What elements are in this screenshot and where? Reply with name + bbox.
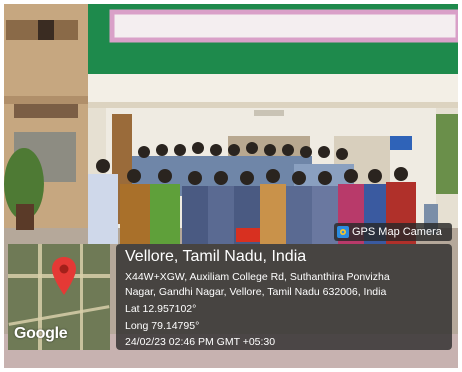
map-pin-icon: [52, 257, 76, 295]
location-info-panel: Vellore, Tamil Nadu, India X44W+XGW, Aux…: [116, 244, 452, 350]
address-line-2: Nagar, Gandhi Nagar, Vellore, Tamil Nadu…: [125, 286, 387, 298]
gps-map-camera-badge: GPS Map Camera: [334, 223, 452, 241]
location-title: Vellore, Tamil Nadu, India: [125, 248, 307, 265]
red-bag: [236, 228, 260, 242]
latitude: Lat 12.957102°: [125, 303, 197, 315]
address-line-1: X44W+XGW, Auxiliam College Rd, Suthanthi…: [125, 271, 390, 283]
canopy: [88, 74, 458, 104]
longitude: Long 79.14795°: [125, 320, 200, 332]
map-thumbnail[interactable]: Google: [8, 244, 110, 350]
datetime: 24/02/23 02:46 PM GMT +05:30: [125, 336, 276, 348]
screenshot-frame: Google GPS Map Camera Vellore, Tamil Nad…: [0, 0, 462, 372]
gps-map-camera-icon: [337, 226, 349, 238]
group-photo: Google GPS Map Camera Vellore, Tamil Nad…: [4, 4, 458, 368]
app-name: GPS Map Camera: [352, 226, 442, 238]
google-logo: Google: [14, 325, 68, 342]
